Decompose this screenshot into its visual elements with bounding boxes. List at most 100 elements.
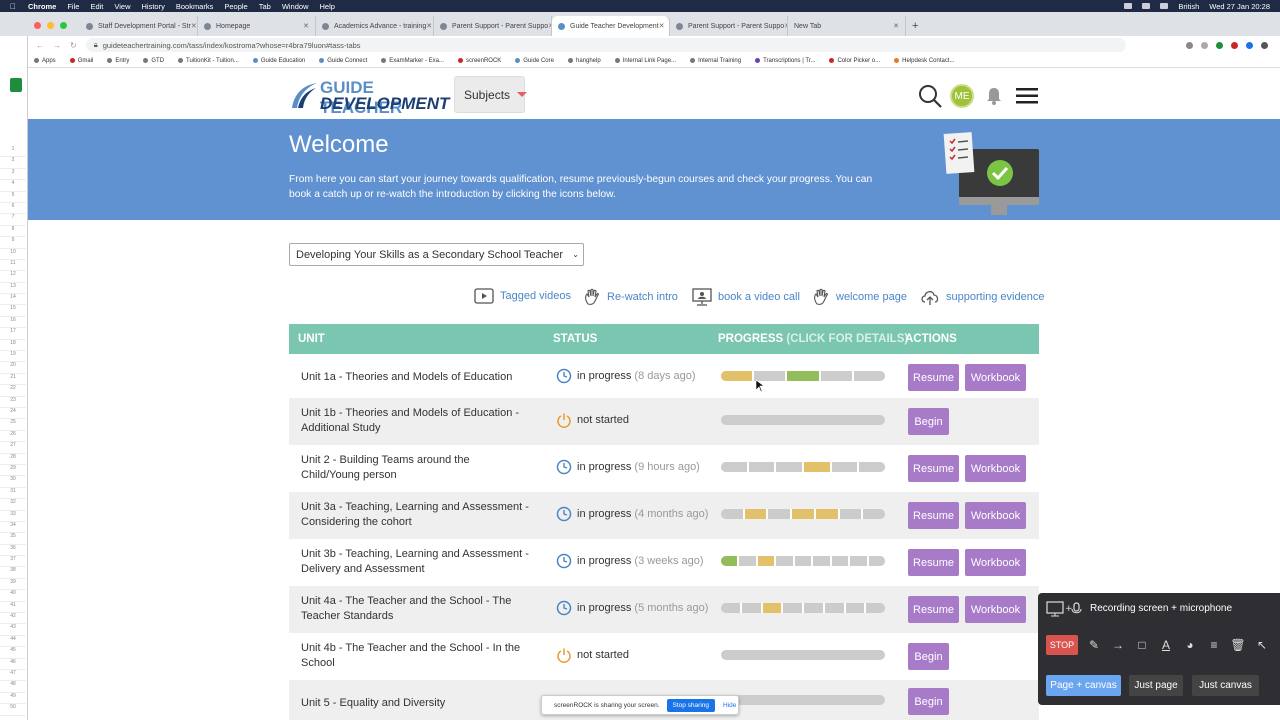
progress-bar[interactable]	[721, 650, 885, 660]
extension-icon[interactable]	[1216, 41, 1223, 49]
avatar[interactable]: ME	[950, 84, 974, 108]
wifi-icon[interactable]	[1160, 3, 1169, 9]
begin-button[interactable]: Begin	[908, 643, 949, 670]
profile-icon[interactable]	[1261, 41, 1268, 49]
bell-icon[interactable]	[984, 86, 1004, 106]
bookmark[interactable]: Apps	[34, 58, 56, 64]
browser-tab[interactable]: Parent Support - Parent Suppo✕	[670, 16, 788, 36]
status-icon[interactable]	[1142, 3, 1151, 9]
close-tab-icon[interactable]: ✕	[426, 22, 432, 30]
progress-bar[interactable]	[721, 695, 885, 705]
cursor-icon[interactable]: ↖	[1254, 637, 1270, 653]
bookmark[interactable]: TuitionKit - Tuition...	[178, 58, 239, 64]
progress-bar[interactable]	[721, 603, 885, 613]
resume-button[interactable]: Resume	[908, 364, 959, 391]
progress-bar[interactable]	[721, 556, 885, 566]
apple-icon[interactable]: 	[10, 2, 16, 11]
clock[interactable]: Wed 27 Jan 20:28	[1209, 2, 1270, 11]
menu-view[interactable]: View	[114, 2, 130, 11]
resume-button[interactable]: Resume	[908, 549, 959, 576]
menu-people[interactable]: People	[224, 2, 247, 11]
site-logo[interactable]: GUIDE TEACHER DEVELOPMENT	[289, 78, 449, 117]
close-window-icon[interactable]	[34, 22, 41, 29]
browser-tab[interactable]: Academics Advance - training ✕	[316, 16, 434, 36]
resume-button[interactable]: Resume	[908, 502, 959, 529]
browser-tab[interactable]: Staff Development Portal - Str ✕	[80, 16, 198, 36]
progress-bar[interactable]	[721, 371, 885, 381]
menu-edit[interactable]: Edit	[90, 2, 103, 11]
close-tab-icon[interactable]: ✕	[303, 22, 309, 30]
browser-tab-active[interactable]: Guide Teacher Development ✕	[552, 16, 670, 36]
mode-page-canvas-button[interactable]: Page + canvas	[1046, 675, 1121, 696]
browser-tab[interactable]: New Tab ✕	[788, 16, 906, 36]
menu-window[interactable]: Window	[282, 2, 309, 11]
forward-icon[interactable]: →	[53, 41, 61, 50]
rectangle-icon[interactable]: □	[1134, 637, 1150, 653]
close-tab-icon[interactable]: ✕	[659, 22, 665, 30]
close-tab-icon[interactable]: ✕	[893, 22, 899, 30]
subjects-dropdown[interactable]: Subjects	[454, 76, 528, 113]
bookmark[interactable]: Guide Core	[515, 58, 554, 64]
resume-button[interactable]: Resume	[908, 455, 959, 482]
line-width-icon[interactable]: ≡	[1206, 637, 1222, 653]
bookmark[interactable]: Entry	[107, 58, 129, 64]
course-select[interactable]: Developing Your Skills as a Secondary Sc…	[289, 243, 584, 266]
zoom-icon[interactable]	[1186, 41, 1193, 49]
stop-recording-button[interactable]: STOP	[1046, 635, 1078, 655]
menu-help[interactable]: Help	[320, 2, 335, 11]
palette-icon[interactable]: ◕	[1182, 637, 1198, 653]
bookmark[interactable]: Guide Education	[252, 58, 305, 64]
back-icon[interactable]: ←	[36, 41, 44, 50]
close-tab-icon[interactable]: ✕	[191, 22, 197, 30]
bookmark[interactable]: ExamMarker - Exa...	[381, 58, 444, 64]
bookmark[interactable]: Color Picker o...	[829, 58, 880, 64]
progress-bar[interactable]	[721, 415, 885, 425]
trash-icon[interactable]: 🗑︎	[1230, 637, 1246, 653]
mode-just-canvas-button[interactable]: Just canvas	[1192, 675, 1259, 696]
resume-button[interactable]: Resume	[908, 596, 959, 623]
url-bar[interactable]: 🔒︎ guideteachertraining.com/tass/index/k…	[85, 38, 1126, 52]
quicklink-rewatch-intro[interactable]: Re-watch intro	[583, 288, 678, 306]
quicklink-book-video-call[interactable]: book a video call	[692, 288, 800, 306]
text-icon[interactable]: A	[1158, 637, 1174, 653]
minimize-window-icon[interactable]	[47, 22, 54, 29]
new-tab-button[interactable]: +	[906, 16, 924, 36]
workbook-button[interactable]: Workbook	[965, 502, 1026, 529]
extension-icon[interactable]	[1246, 41, 1253, 49]
workbook-button[interactable]: Workbook	[965, 596, 1026, 623]
begin-button[interactable]: Begin	[908, 408, 949, 435]
extension-icon[interactable]	[1231, 41, 1238, 49]
menu-bookmarks[interactable]: Bookmarks	[176, 2, 214, 11]
bookmark[interactable]: Gmail	[69, 58, 93, 64]
quicklink-welcome-page[interactable]: welcome page	[812, 288, 907, 306]
pen-icon[interactable]: ✎	[1086, 637, 1102, 653]
bookmark[interactable]: Internal Training	[690, 58, 741, 64]
arrow-icon[interactable]: →	[1110, 637, 1126, 653]
bookmark[interactable]: Helpdesk Contact...	[894, 58, 955, 64]
stop-sharing-button[interactable]: Stop sharing	[666, 698, 715, 712]
search-icon[interactable]	[918, 84, 942, 108]
bookmark[interactable]: Transcriptions | Tr...	[755, 58, 815, 64]
begin-button[interactable]: Begin	[908, 688, 949, 715]
reload-icon[interactable]: ↻	[70, 41, 77, 50]
bookmark[interactable]: Guide Connect	[319, 58, 367, 64]
bookmark[interactable]: GTD	[143, 58, 164, 64]
bookmark[interactable]: Internal Link Page...	[614, 58, 676, 64]
browser-tab[interactable]: Parent Support - Parent Suppo✕	[434, 16, 552, 36]
progress-bar[interactable]	[721, 462, 885, 472]
menu-file[interactable]: File	[67, 2, 79, 11]
workbook-button[interactable]: Workbook	[965, 549, 1026, 576]
input-language[interactable]: British	[1178, 2, 1199, 11]
status-icon[interactable]	[1124, 3, 1133, 9]
hamburger-menu-icon[interactable]	[1016, 87, 1038, 105]
quicklink-supporting-evidence[interactable]: supporting evidence	[920, 288, 1044, 306]
menu-tab[interactable]: Tab	[259, 2, 271, 11]
menu-chrome[interactable]: Chrome	[28, 2, 56, 11]
workbook-button[interactable]: Workbook	[965, 455, 1026, 482]
workbook-button[interactable]: Workbook	[965, 364, 1026, 391]
mode-just-page-button[interactable]: Just page	[1129, 675, 1183, 696]
zoom-window-icon[interactable]	[60, 22, 67, 29]
progress-bar[interactable]	[721, 509, 885, 519]
hide-notice-button[interactable]: Hide	[723, 702, 736, 709]
browser-tab[interactable]: Homepage ✕	[198, 16, 316, 36]
